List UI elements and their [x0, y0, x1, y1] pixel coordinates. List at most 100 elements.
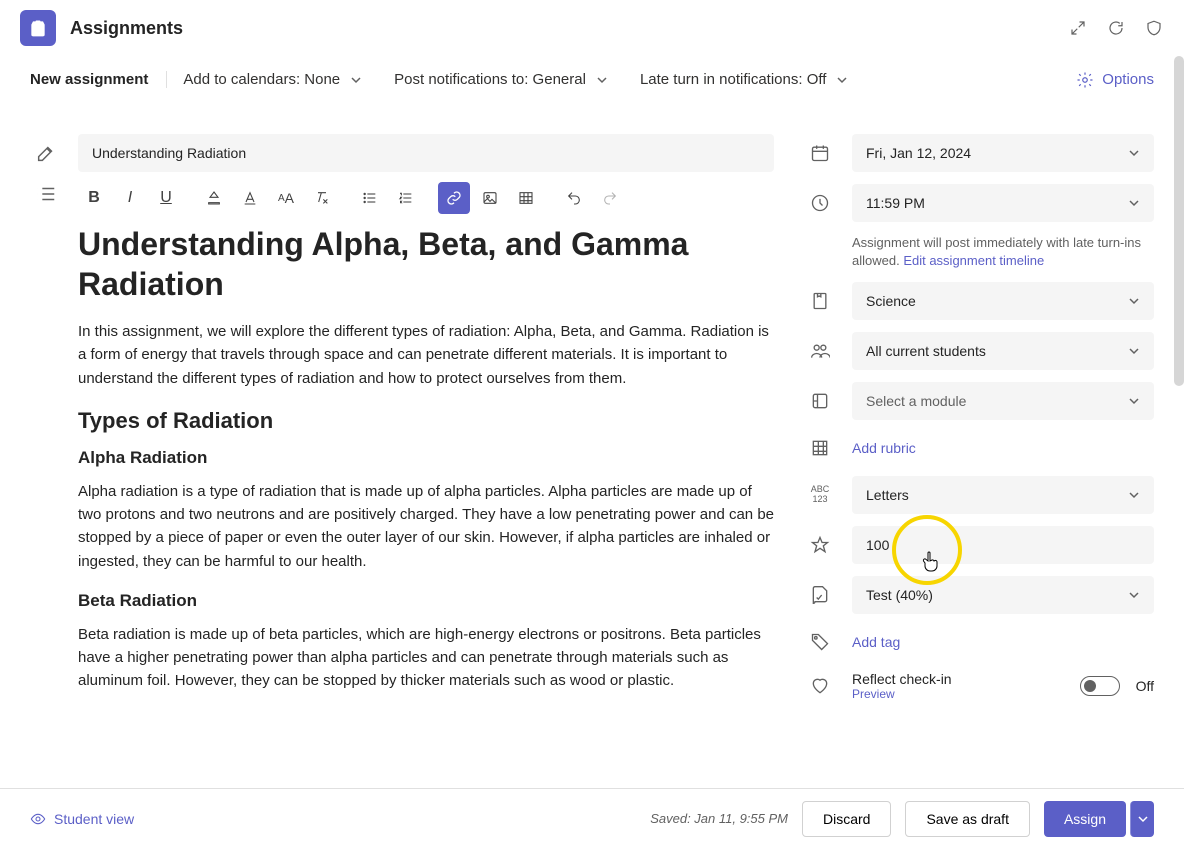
- class-dropdown[interactable]: Science: [852, 282, 1154, 320]
- grading-value: Letters: [866, 487, 909, 503]
- chevron-down-icon: [1128, 395, 1140, 407]
- image-button[interactable]: [474, 182, 506, 214]
- expand-icon[interactable]: [1068, 18, 1088, 38]
- reflect-toggle[interactable]: [1080, 676, 1120, 696]
- list-icon: [30, 178, 62, 210]
- reflect-preview-link[interactable]: Preview: [852, 687, 952, 701]
- chevron-down-icon: [1128, 589, 1140, 601]
- chevron-down-icon: [1128, 345, 1140, 357]
- heart-icon: [804, 670, 836, 702]
- student-view-link[interactable]: Student view: [30, 811, 134, 827]
- tag-icon: [804, 626, 836, 658]
- chevron-down-icon: [350, 74, 362, 86]
- underline-button[interactable]: U: [150, 182, 182, 214]
- rubric-icon: [804, 432, 836, 464]
- doc-heading-2: Types of Radiation: [78, 408, 774, 434]
- doc-intro: In this assignment, we will explore the …: [78, 320, 774, 390]
- bullet-list-button[interactable]: [354, 182, 386, 214]
- saved-status: Saved: Jan 11, 9:55 PM: [650, 811, 788, 826]
- app-header: Assignments: [0, 0, 1184, 56]
- chevron-down-icon: [1128, 197, 1140, 209]
- chevron-down-icon: [596, 74, 608, 86]
- rich-text-toolbar: B I U AA: [78, 172, 774, 224]
- reflect-label: Reflect check-in: [852, 671, 952, 687]
- module-value: Select a module: [866, 393, 966, 409]
- assignments-icon: [20, 10, 56, 46]
- due-time-dropdown[interactable]: 11:59 PM: [852, 184, 1154, 222]
- save-draft-button[interactable]: Save as draft: [905, 801, 1030, 837]
- italic-button[interactable]: I: [114, 182, 146, 214]
- app-title: Assignments: [70, 18, 183, 39]
- post-to-label: Post notifications to: General: [394, 71, 586, 88]
- add-to-calendars-dropdown[interactable]: Add to calendars: None: [167, 71, 378, 88]
- chevron-down-icon: [1128, 147, 1140, 159]
- edit-timeline-link[interactable]: Edit assignment timeline: [903, 253, 1044, 268]
- grading-icon: ABC123: [804, 479, 836, 511]
- category-value: Test (40%): [866, 587, 933, 603]
- assignment-options-bar: New assignment Add to calendars: None Po…: [0, 56, 1184, 104]
- due-time-value: 11:59 PM: [866, 195, 925, 211]
- add-rubric-link[interactable]: Add rubric: [852, 440, 916, 456]
- assign-dropdown-button[interactable]: [1130, 801, 1154, 837]
- chevron-down-icon: [1128, 295, 1140, 307]
- bold-button[interactable]: B: [78, 182, 110, 214]
- post-notifications-dropdown[interactable]: Post notifications to: General: [378, 71, 624, 88]
- font-size-button[interactable]: AA: [270, 182, 302, 214]
- gear-icon: [1076, 71, 1094, 89]
- assignment-editor[interactable]: Understanding Alpha, Beta, and Gamma Rad…: [78, 224, 774, 788]
- scrollbar-thumb[interactable]: [1174, 56, 1184, 386]
- options-button[interactable]: Options: [1076, 71, 1154, 89]
- chevron-down-icon: [1137, 813, 1149, 825]
- refresh-icon[interactable]: [1106, 18, 1126, 38]
- highlight-button[interactable]: [198, 182, 230, 214]
- class-value: Science: [866, 293, 916, 309]
- grading-type-dropdown[interactable]: Letters: [852, 476, 1154, 514]
- doc-para-2: Beta radiation is made up of beta partic…: [78, 623, 774, 693]
- star-icon: [804, 529, 836, 561]
- edit-icon: [30, 137, 62, 169]
- font-color-button[interactable]: [234, 182, 266, 214]
- numbered-list-button[interactable]: [390, 182, 422, 214]
- doc-subheading-2: Beta Radiation: [78, 591, 774, 611]
- points-value: 100: [866, 537, 889, 553]
- redo-button[interactable]: [594, 182, 626, 214]
- chevron-down-icon: [1128, 489, 1140, 501]
- due-date-value: Fri, Jan 12, 2024: [866, 145, 971, 161]
- due-date-dropdown[interactable]: Fri, Jan 12, 2024: [852, 134, 1154, 172]
- new-assignment-label: New assignment: [30, 71, 167, 88]
- discard-button[interactable]: Discard: [802, 801, 891, 837]
- late-turn-in-dropdown[interactable]: Late turn in notifications: Off: [624, 71, 865, 88]
- table-button[interactable]: [510, 182, 542, 214]
- student-view-label: Student view: [54, 811, 134, 827]
- category-icon: [804, 579, 836, 611]
- points-input[interactable]: 100: [852, 526, 1154, 564]
- link-button[interactable]: [438, 182, 470, 214]
- doc-subheading-1: Alpha Radiation: [78, 448, 774, 468]
- students-value: All current students: [866, 343, 986, 359]
- category-dropdown[interactable]: Test (40%): [852, 576, 1154, 614]
- clock-icon: [804, 187, 836, 219]
- undo-button[interactable]: [558, 182, 590, 214]
- chevron-down-icon: [836, 74, 848, 86]
- reflect-state: Off: [1136, 678, 1154, 694]
- assign-button[interactable]: Assign: [1044, 801, 1126, 837]
- post-timeline-note: Assignment will post immediately with la…: [804, 234, 1154, 270]
- students-dropdown[interactable]: All current students: [852, 332, 1154, 370]
- book-icon: [804, 285, 836, 317]
- editor-column: B I U AA: [30, 134, 804, 788]
- assignment-title-input[interactable]: [78, 134, 774, 172]
- add-tag-link[interactable]: Add tag: [852, 634, 900, 650]
- main-content: B I U AA: [0, 104, 1184, 788]
- people-icon: [804, 335, 836, 367]
- module-dropdown[interactable]: Select a module: [852, 382, 1154, 420]
- clear-format-button[interactable]: [306, 182, 338, 214]
- doc-para-1: Alpha radiation is a type of radiation t…: [78, 480, 774, 573]
- calendar-icon: [804, 137, 836, 169]
- options-label: Options: [1102, 71, 1154, 88]
- module-icon: [804, 385, 836, 417]
- footer-bar: Student view Saved: Jan 11, 9:55 PM Disc…: [0, 788, 1184, 848]
- settings-column: Fri, Jan 12, 2024 11:59 PM Assignment wi…: [804, 134, 1154, 788]
- late-turn-label: Late turn in notifications: Off: [640, 71, 827, 88]
- doc-heading-1: Understanding Alpha, Beta, and Gamma Rad…: [78, 224, 774, 304]
- shield-icon[interactable]: [1144, 18, 1164, 38]
